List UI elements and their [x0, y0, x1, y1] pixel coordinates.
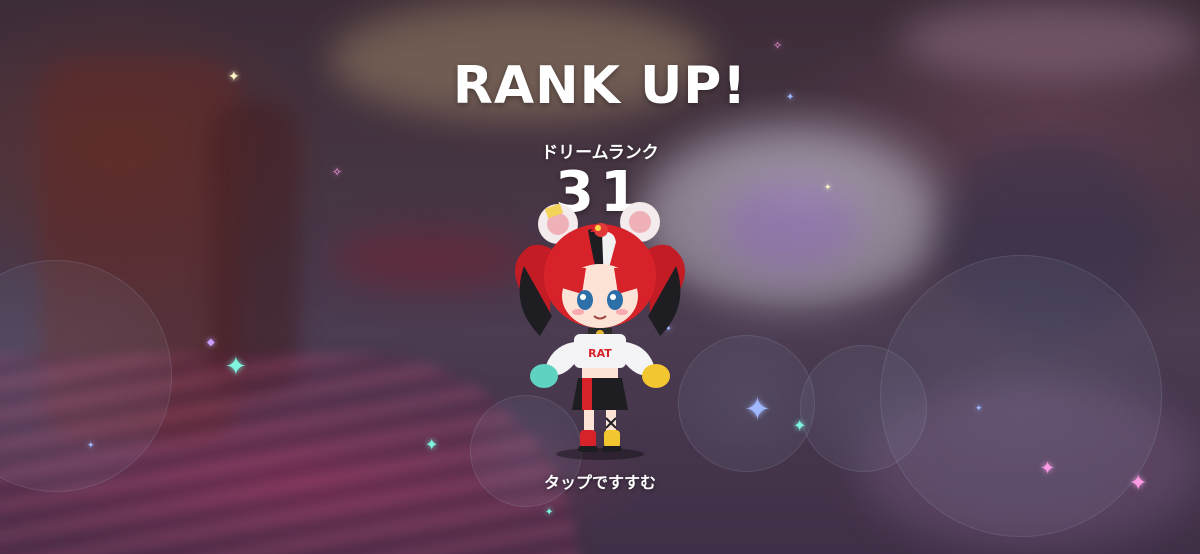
sparkle-icon: ✦ — [975, 404, 983, 414]
chibi-character-illustration[interactable]: RAT — [490, 196, 710, 464]
sparkle-icon: ✦ — [744, 390, 771, 428]
sparkle-icon: ✦ — [225, 352, 247, 382]
sparkle-icon: ✧ — [773, 39, 783, 52]
sparkle-icon: ✦ — [87, 441, 95, 451]
sparkle-icon: ✦ — [425, 435, 439, 454]
rank-up-title: RANK UP! — [452, 56, 748, 116]
shirt-text: RAT — [588, 347, 612, 360]
sparkle-icon: ✦ — [793, 416, 807, 435]
tap-to-continue-prompt[interactable]: タップですすむ — [0, 469, 1200, 493]
sparkle-icon: ✦ — [545, 507, 554, 518]
sparkle-icon: ◆ — [207, 337, 215, 348]
